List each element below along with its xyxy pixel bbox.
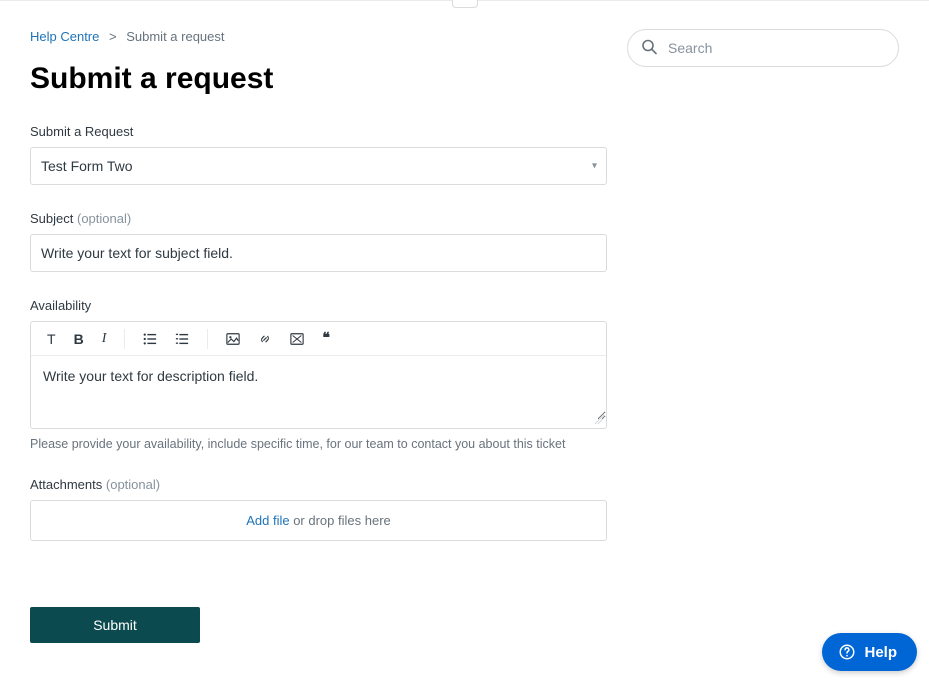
submit-button[interactable]: Submit: [30, 607, 200, 643]
toolbar-bulleted-list-button[interactable]: [141, 330, 159, 348]
resize-handle[interactable]: [31, 420, 606, 428]
availability-help-text: Please provide your availability, includ…: [30, 437, 607, 451]
add-file-link[interactable]: Add file: [246, 513, 289, 528]
search-wrap: [627, 29, 899, 67]
toolbar-text-button[interactable]: T: [45, 329, 58, 349]
toolbar-italic-button[interactable]: I: [100, 329, 109, 349]
request-type-select[interactable]: Test Form Two: [30, 147, 607, 185]
breadcrumb-home-link[interactable]: Help Centre: [30, 29, 99, 44]
rich-text-editor: T B I: [30, 321, 607, 429]
page-title: Submit a request: [30, 62, 607, 96]
attachments-optional: (optional): [106, 477, 160, 492]
link-icon: [258, 332, 272, 346]
subject-optional: (optional): [77, 211, 131, 226]
editor-toolbar: T B I: [31, 322, 606, 356]
breadcrumb: Help Centre > Submit a request: [30, 29, 607, 44]
subject-input[interactable]: [30, 234, 607, 272]
drop-files-text: or drop files here: [290, 513, 391, 528]
image-icon: [226, 332, 240, 346]
breadcrumb-current: Submit a request: [126, 29, 224, 44]
breadcrumb-separator: >: [109, 29, 117, 44]
attachments-dropzone[interactable]: Add file or drop files here: [30, 500, 607, 541]
toolbar-separator: [207, 329, 208, 349]
field-availability: Availability T B I: [30, 298, 607, 451]
search-icon: [641, 39, 657, 58]
embed-icon: [290, 332, 304, 346]
field-subject: Subject (optional): [30, 211, 607, 272]
toolbar-quote-button[interactable]: ❝: [320, 328, 332, 349]
top-tab-handle: [452, 0, 478, 8]
numbered-list-icon: [175, 332, 189, 346]
field-request-type: Submit a Request Test Form Two ▾: [30, 124, 607, 185]
toolbar-embed-button[interactable]: [288, 330, 306, 348]
toolbar-bold-button[interactable]: B: [72, 329, 86, 349]
toolbar-numbered-list-button[interactable]: [173, 330, 191, 348]
help-icon: [838, 643, 856, 661]
availability-label: Availability: [30, 298, 607, 313]
search-input[interactable]: [627, 29, 899, 67]
toolbar-separator: [124, 329, 125, 349]
subject-label: Subject (optional): [30, 211, 607, 226]
attachments-label: Attachments (optional): [30, 477, 607, 492]
bulleted-list-icon: [143, 332, 157, 346]
toolbar-image-button[interactable]: [224, 330, 242, 348]
availability-textarea[interactable]: Write your text for description field.: [31, 356, 606, 420]
toolbar-link-button[interactable]: [256, 330, 274, 348]
field-attachments: Attachments (optional) Add file or drop …: [30, 477, 607, 541]
help-widget-label: Help: [864, 644, 897, 661]
request-type-label: Submit a Request: [30, 124, 607, 139]
